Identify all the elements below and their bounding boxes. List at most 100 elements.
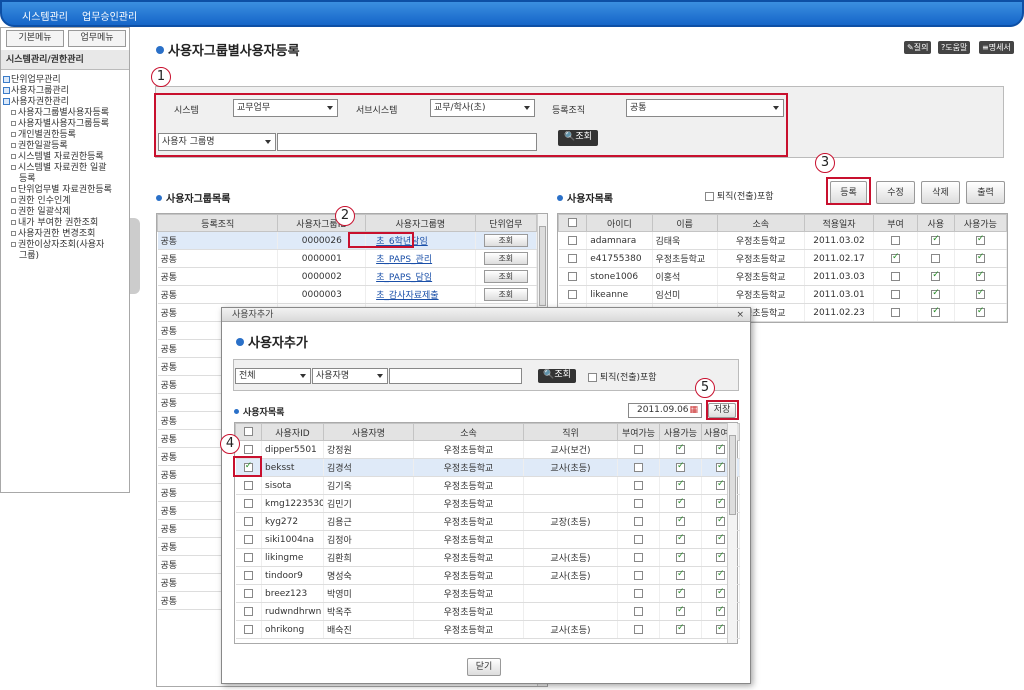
select-all-checkbox[interactable] <box>244 427 253 436</box>
usable-checkbox[interactable] <box>676 569 685 580</box>
table-row[interactable]: breez123 박영미 우정초등학교 <box>235 584 740 603</box>
usable-checkbox[interactable] <box>676 515 685 526</box>
usable-checkbox[interactable] <box>676 497 685 508</box>
table-row[interactable]: kyg272 김용근 우정초등학교 교장(초등) <box>235 512 740 531</box>
grantable-checkbox[interactable] <box>634 570 643 580</box>
grantable-checkbox[interactable] <box>634 534 643 544</box>
table-row[interactable]: dipper5501 강정원 우정초등학교 교사(보건) <box>235 440 740 459</box>
usable-checkbox[interactable] <box>676 479 685 490</box>
tree-item[interactable]: 권한일괄등록 <box>11 141 68 152</box>
tree-item[interactable]: 사용자그룹별사용자등록 <box>11 108 109 119</box>
spec-button[interactable]: ≡명세서 <box>979 41 1014 54</box>
row-checkbox[interactable] <box>243 588 253 598</box>
view-button[interactable]: 조회 <box>483 252 528 265</box>
permission-checkbox[interactable] <box>891 271 901 281</box>
table-row[interactable]: beksst김경석우정초등학교교사(초등) <box>235 458 740 477</box>
calendar-icon[interactable]: ▦ <box>689 404 698 417</box>
permission-checkbox[interactable] <box>891 235 901 245</box>
in-use-checkbox[interactable] <box>716 515 725 526</box>
permission-checkbox[interactable] <box>931 288 941 299</box>
tree-item[interactable]: 개인별권한등록 <box>11 130 76 141</box>
group-name-link[interactable]: 초_PAPS_담임 <box>376 273 432 283</box>
table-row[interactable]: 공통 0000026 초_6학년담임 조회 <box>157 231 538 250</box>
row-checkbox[interactable] <box>243 606 253 616</box>
table-row[interactable]: rudwndhrwn 박옥주 우정초등학교 <box>235 602 740 621</box>
row-checkbox[interactable] <box>567 271 577 281</box>
column-header[interactable]: 사용자ID <box>261 423 324 441</box>
tree-group[interactable]: 단위업무관리 <box>3 75 61 86</box>
date-input[interactable]: 2011.09.06 ▦ <box>628 403 702 418</box>
usable-checkbox[interactable] <box>676 443 685 454</box>
grantable-checkbox[interactable] <box>634 462 643 472</box>
menu-work-approval[interactable]: 업무승인관리 <box>82 8 137 23</box>
column-header[interactable]: 부여 <box>873 214 918 232</box>
user-search-input[interactable] <box>389 368 522 384</box>
group-name-link[interactable]: 초_감사자료제출 <box>376 291 438 301</box>
row-checkbox[interactable] <box>243 534 253 544</box>
table-row[interactable]: e41755380 우정초등학교 우정초등학교 2011.02.17 <box>558 249 1008 268</box>
tree-item[interactable]: 사용자별사용자그룹등록 <box>11 119 109 130</box>
table-row[interactable]: sisota 김기옥 우정초등학교 <box>235 476 740 495</box>
column-header[interactable]: 소속 <box>413 423 524 441</box>
usable-checkbox[interactable] <box>676 461 685 472</box>
grantable-checkbox[interactable] <box>634 480 643 490</box>
usable-checkbox[interactable] <box>676 533 685 544</box>
tab-work-menu[interactable]: 업무메뉴 <box>68 30 126 47</box>
row-checkbox[interactable] <box>567 289 577 299</box>
sidebar-collapse-handle[interactable] <box>130 218 140 294</box>
table-row[interactable]: kmg1223530 김민기 우정초등학교 <box>235 494 740 513</box>
tree-item[interactable]: 내가 부여한 권한조회 <box>11 218 98 229</box>
scope-select[interactable]: 전체 <box>235 368 311 384</box>
tree-item[interactable]: 그룹) <box>19 251 39 262</box>
usable-checkbox[interactable] <box>676 551 685 562</box>
table-row[interactable]: siki1004na 김정아 우정초등학교 <box>235 530 740 549</box>
tree-item[interactable]: 권한 일괄삭제 <box>11 207 71 218</box>
retired-include-check[interactable]: 퇴직(전출)포함 <box>705 189 774 202</box>
tree-item[interactable]: 사용자권한 변경조회 <box>11 229 95 240</box>
table-row[interactable]: ohrikong 배숙진 우정초등학교 교사(초등) <box>235 620 740 639</box>
column-header[interactable]: 사용자그룹명 <box>365 214 476 232</box>
usable-checkbox[interactable] <box>676 587 685 598</box>
permission-checkbox[interactable] <box>975 288 985 299</box>
table-row[interactable]: stone1006 이홍석 우정초등학교 2011.03.03 <box>558 267 1008 286</box>
column-header[interactable]: 사용 <box>916 214 955 232</box>
retired-checkbox[interactable] <box>705 192 714 201</box>
table-row[interactable]: likingme 김환희 우정초등학교 교사(초등) <box>235 548 740 567</box>
group-name-link[interactable]: 초_PAPS_관리 <box>376 255 432 265</box>
view-button[interactable]: 조회 <box>483 234 528 247</box>
grantable-checkbox[interactable] <box>634 444 643 454</box>
view-button[interactable]: 조회 <box>483 288 528 301</box>
in-use-checkbox[interactable] <box>716 551 725 562</box>
in-use-checkbox[interactable] <box>716 569 725 580</box>
permission-checkbox[interactable] <box>931 306 941 317</box>
tree-item[interactable]: 시스템별 자료권한등록 <box>11 152 104 163</box>
column-header[interactable]: 단위업무 <box>474 214 538 232</box>
column-header[interactable]: 사용가능 <box>953 214 1008 232</box>
column-header[interactable]: 사용가능 <box>659 423 702 441</box>
column-header[interactable]: 적용일자 <box>803 214 875 232</box>
row-checkbox[interactable] <box>243 624 253 634</box>
view-button[interactable]: 조회 <box>483 270 528 283</box>
row-checkbox[interactable] <box>243 444 253 454</box>
tree-item[interactable]: 등록 <box>19 174 36 185</box>
grantable-checkbox[interactable] <box>634 552 643 562</box>
grantable-checkbox[interactable] <box>634 588 643 598</box>
row-checkbox[interactable] <box>243 516 253 526</box>
field-select[interactable]: 사용자명 <box>312 368 388 384</box>
scrollbar[interactable] <box>727 423 737 643</box>
column-header[interactable]: 소속 <box>716 214 805 232</box>
tree-group[interactable]: 사용자권한관리 <box>3 97 69 108</box>
grantable-checkbox[interactable] <box>634 516 643 526</box>
row-checkbox[interactable] <box>243 480 253 490</box>
dialog-titlebar[interactable]: 사용자추가 × <box>222 308 750 322</box>
permission-checkbox[interactable] <box>975 306 985 317</box>
permission-checkbox[interactable] <box>891 307 901 317</box>
in-use-checkbox[interactable] <box>716 623 725 634</box>
row-checkbox[interactable] <box>243 570 253 580</box>
row-checkbox[interactable] <box>567 235 577 245</box>
print-button[interactable]: 출력 <box>966 181 1005 204</box>
in-use-checkbox[interactable] <box>716 605 725 616</box>
grantable-checkbox[interactable] <box>634 498 643 508</box>
dialog-retired-check[interactable]: 퇴직(전출)포함 <box>588 370 657 383</box>
permission-checkbox[interactable] <box>931 234 941 245</box>
